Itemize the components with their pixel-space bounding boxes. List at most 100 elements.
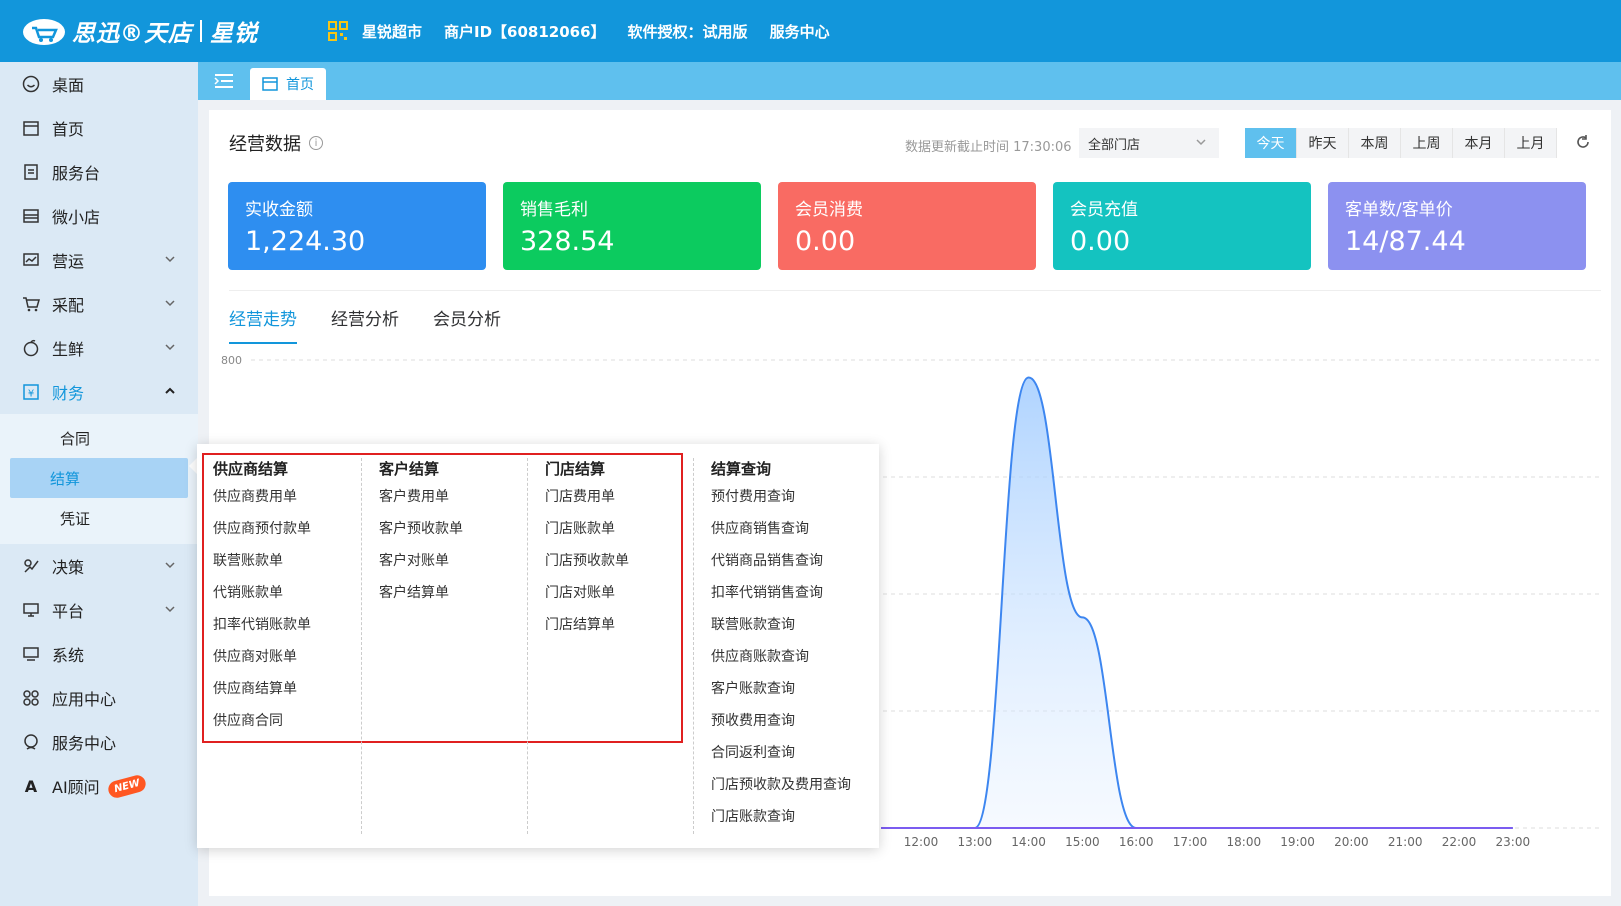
flyout-item[interactable]: 门店费用单: [545, 486, 705, 518]
flyout-item[interactable]: 扣率代销账款单: [213, 614, 373, 646]
flyout-item[interactable]: 供应商合同: [213, 710, 373, 742]
flyout-item[interactable]: 供应商预付款单: [213, 518, 373, 550]
flyout-item[interactable]: 客户账款查询: [711, 678, 871, 710]
flyout-caret: [189, 458, 197, 474]
chevron-down-icon: [165, 300, 175, 307]
kpi-value: 1,224.30: [245, 226, 366, 257]
flyout-item[interactable]: 客户对账单: [379, 550, 539, 582]
date-tab-last-week[interactable]: 上周: [1401, 128, 1453, 158]
service-center-link[interactable]: 服务中心: [770, 21, 830, 42]
sidebar-item-desktop[interactable]: 桌面: [0, 62, 198, 106]
date-tab-this-month[interactable]: 本月: [1453, 128, 1505, 158]
flyout-item[interactable]: 门店账款查询: [711, 806, 871, 838]
tab-strip: 首页: [198, 62, 1621, 100]
fresh-icon: [22, 339, 40, 357]
flyout-item[interactable]: 预收费用查询: [711, 710, 871, 742]
flyout-item[interactable]: 代销账款单: [213, 582, 373, 614]
store-name[interactable]: 星锐超市: [362, 21, 422, 42]
sidebar-item-decision[interactable]: 决策: [0, 544, 198, 588]
flyout-item[interactable]: 代销商品销售查询: [711, 550, 871, 582]
flyout-column-customer: 客户结算 客户费用单 客户预收款单 客户对账单 客户结算单: [379, 458, 539, 614]
sidebar-item-label: 平台: [52, 602, 85, 621]
decision-icon: [22, 557, 40, 575]
flyout-item[interactable]: 供应商对账单: [213, 646, 373, 678]
flyout-item[interactable]: 门店对账单: [545, 582, 705, 614]
menu-collapse-button[interactable]: [198, 62, 250, 100]
tab-business-trend[interactable]: 经营走势: [229, 305, 297, 344]
tab-business-analysis[interactable]: 经营分析: [331, 305, 399, 344]
sidebar-item-ai-advisor[interactable]: A AI顾问 NEW: [0, 764, 198, 808]
qrcode-icon[interactable]: [328, 21, 348, 41]
sidebar-item-finance[interactable]: ¥ 财务: [0, 370, 198, 414]
date-tab-this-week[interactable]: 本周: [1349, 128, 1401, 158]
date-tab-last-month[interactable]: 上月: [1505, 128, 1557, 158]
kpi-value: 328.54: [520, 226, 615, 257]
sidebar-item-label: 服务中心: [52, 734, 117, 753]
sidebar-item-system[interactable]: 系统: [0, 632, 198, 676]
x-tick-label: 16:00: [1119, 835, 1154, 849]
store-select[interactable]: 全部门店: [1079, 128, 1219, 158]
sidebar-item-home[interactable]: 首页: [0, 106, 198, 150]
sidebar-item-purchasing[interactable]: 采配: [0, 282, 198, 326]
panel-header: 经营数据 i: [229, 130, 323, 156]
merchant-id: 商户ID【60812066】: [444, 22, 606, 41]
kpi-label: 会员充值: [1070, 200, 1138, 220]
tab-home[interactable]: 首页: [250, 68, 326, 100]
sidebar-item-label: 采配: [52, 296, 85, 315]
service-icon: [22, 733, 40, 751]
license-info[interactable]: 软件授权：试用版: [628, 21, 748, 42]
submenu-item-settlement[interactable]: 结算: [10, 458, 188, 498]
flyout-item[interactable]: 供应商费用单: [213, 486, 373, 518]
flyout-item[interactable]: 门店结算单: [545, 614, 705, 646]
flyout-item[interactable]: 客户结算单: [379, 582, 539, 614]
sidebar-item-app-center[interactable]: 应用中心: [0, 676, 198, 720]
sidebar-item-micro-shop[interactable]: 微小店: [0, 194, 198, 238]
flyout-item[interactable]: 门店预收款及费用查询: [711, 774, 871, 806]
ai-logo-icon: A: [24, 776, 38, 796]
kpi-card-member-spend[interactable]: 会员消费 0.00: [778, 182, 1036, 270]
date-tab-today[interactable]: 今天: [1245, 128, 1297, 158]
sidebar-item-fresh[interactable]: 生鲜: [0, 326, 198, 370]
flyout-item[interactable]: 联营账款查询: [711, 614, 871, 646]
flyout-item[interactable]: 联营账款单: [213, 550, 373, 582]
tab-member-analysis[interactable]: 会员分析: [433, 305, 501, 344]
flyout-item[interactable]: 门店账款单: [545, 518, 705, 550]
flyout-item[interactable]: 门店预收款单: [545, 550, 705, 582]
flyout-item[interactable]: 预付费用查询: [711, 486, 871, 518]
logo-text: 思迅®天店: [72, 21, 192, 47]
chevron-down-icon: [1196, 139, 1206, 146]
kpi-label: 销售毛利: [520, 200, 588, 220]
flyout-column-store: 门店结算 门店费用单 门店账款单 门店预收款单 门店对账单 门店结算单: [545, 458, 705, 646]
divider: [229, 290, 1601, 291]
flyout-item[interactable]: 扣率代销销售查询: [711, 582, 871, 614]
yuan-icon: ¥: [22, 383, 40, 401]
document-icon: [22, 163, 40, 181]
sidebar-item-service-center[interactable]: 服务中心: [0, 720, 198, 764]
refresh-icon[interactable]: [1575, 134, 1591, 150]
info-icon[interactable]: i: [309, 136, 323, 150]
kpi-card-orders[interactable]: 客单数/客单价 14/87.44: [1328, 182, 1586, 270]
x-tick-label: 20:00: [1334, 835, 1369, 849]
date-tab-yesterday[interactable]: 昨天: [1297, 128, 1349, 158]
x-tick-label: 17:00: [1173, 835, 1208, 849]
submenu-item-contract[interactable]: 合同: [10, 418, 188, 458]
flyout-item[interactable]: 供应商销售查询: [711, 518, 871, 550]
flyout-item[interactable]: 供应商结算单: [213, 678, 373, 710]
chevron-down-icon: [165, 256, 175, 263]
cloud-cart-icon: [23, 19, 65, 45]
kpi-card-gross-profit[interactable]: 销售毛利 328.54: [503, 182, 761, 270]
sidebar-item-platform[interactable]: 平台: [0, 588, 198, 632]
smile-icon: [22, 75, 40, 93]
kpi-card-member-recharge[interactable]: 会员充值 0.00: [1053, 182, 1311, 270]
sidebar-item-service-desk[interactable]: 服务台: [0, 150, 198, 194]
x-tick-label: 22:00: [1442, 835, 1477, 849]
update-time: 数据更新截止时间 17:30:06: [905, 140, 1072, 155]
flyout-item[interactable]: 供应商账款查询: [711, 646, 871, 678]
flyout-item[interactable]: 客户费用单: [379, 486, 539, 518]
sidebar-item-operations[interactable]: 营运: [0, 238, 198, 282]
kpi-card-received[interactable]: 实收金额 1,224.30: [228, 182, 486, 270]
flyout-item[interactable]: 客户预收款单: [379, 518, 539, 550]
new-badge: NEW: [106, 772, 148, 800]
submenu-item-voucher[interactable]: 凭证: [10, 498, 188, 538]
flyout-item[interactable]: 合同返利查询: [711, 742, 871, 774]
